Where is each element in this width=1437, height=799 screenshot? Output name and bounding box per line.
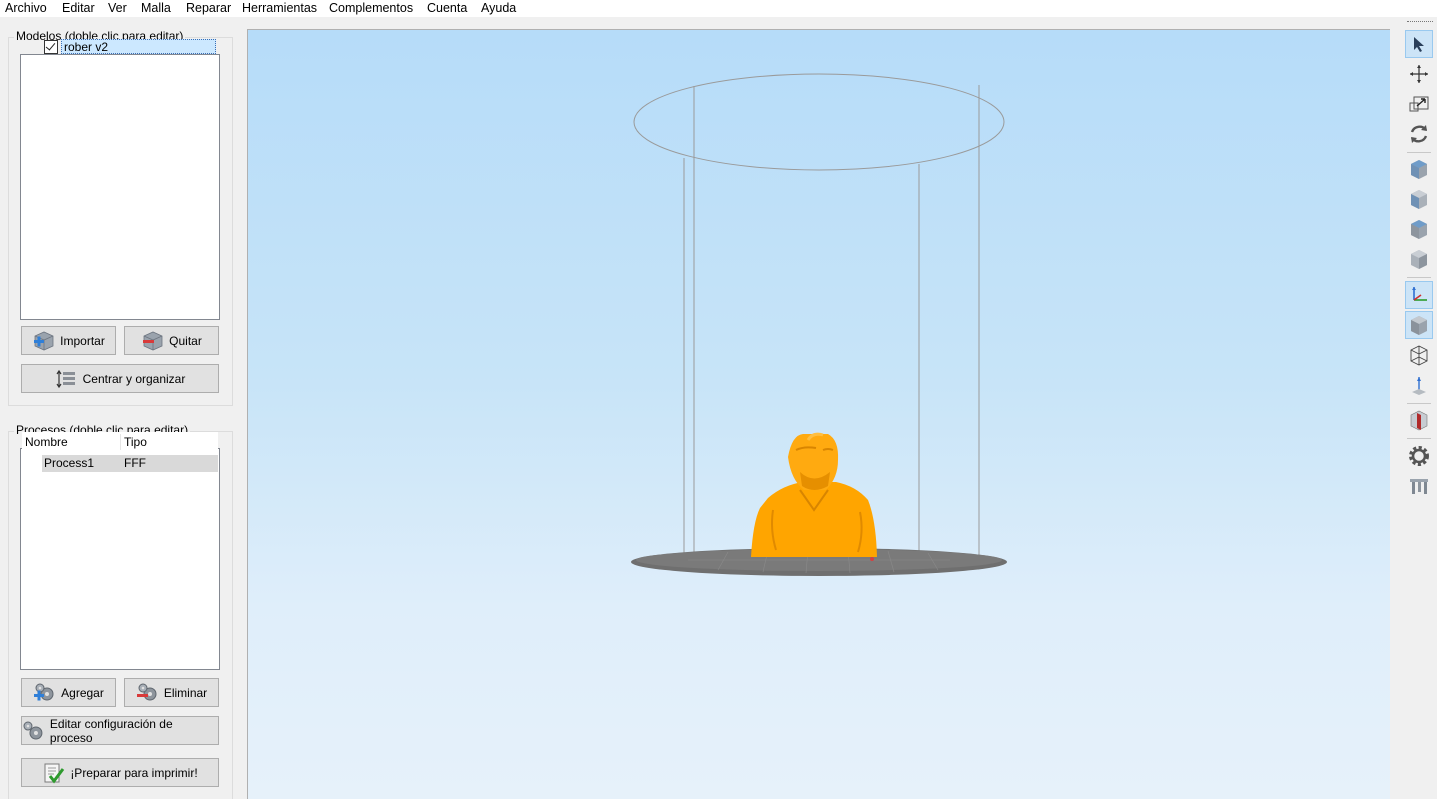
menu-ver[interactable]: Ver xyxy=(108,0,127,17)
process-type: FFF xyxy=(124,456,146,470)
import-cube-icon xyxy=(34,331,54,350)
delete-gears-icon xyxy=(136,683,157,700)
menu-reparar[interactable]: Reparar xyxy=(186,0,231,17)
wireframe-view-button[interactable] xyxy=(1405,341,1433,369)
prepare-to-print-label: ¡Preparar para imprimir! xyxy=(70,765,198,780)
select-cursor-icon xyxy=(1414,37,1424,52)
models-list[interactable] xyxy=(20,54,220,320)
view-side-button[interactable] xyxy=(1405,245,1433,273)
menu-complementos[interactable]: Complementos xyxy=(329,0,413,17)
rotate-tool-button[interactable] xyxy=(1405,120,1433,148)
settings-gears-icon xyxy=(23,721,43,739)
delete-process-label: Eliminar xyxy=(163,685,208,700)
axes-toggle-button[interactable] xyxy=(1405,281,1433,309)
settings-button[interactable] xyxy=(1405,442,1433,470)
prepare-checklist-icon xyxy=(44,763,65,783)
arrange-icon xyxy=(56,369,75,388)
toolbar-separator xyxy=(1407,152,1431,153)
move-icon xyxy=(1410,65,1428,83)
menu-malla[interactable]: Malla xyxy=(141,0,171,17)
view-front-button[interactable] xyxy=(1405,185,1433,213)
column-nombre[interactable]: Nombre xyxy=(25,432,68,452)
view-top-cube-icon xyxy=(1411,220,1427,239)
process-name: Process1 xyxy=(44,456,95,470)
scale-tool-button[interactable] xyxy=(1405,90,1433,118)
add-gears-icon xyxy=(34,683,54,700)
edit-process-settings-label: Editar configuración de proceso xyxy=(49,716,173,745)
delete-process-button[interactable]: Eliminar xyxy=(124,678,219,707)
cross-section-icon xyxy=(1410,410,1428,431)
supports-button[interactable] xyxy=(1405,472,1433,500)
z-axis-icon xyxy=(1412,377,1426,395)
model-visible-checkbox[interactable] xyxy=(44,40,58,54)
edit-process-settings-button[interactable]: Editar configuración de proceso xyxy=(21,716,219,745)
toolbar-separator xyxy=(1407,403,1431,404)
settings-gear-icon xyxy=(1409,446,1429,466)
column-tipo[interactable]: Tipo xyxy=(124,432,147,452)
view-toolbar xyxy=(1399,17,1437,798)
column-divider xyxy=(120,434,121,450)
processes-table[interactable] xyxy=(20,448,220,670)
view-top-button[interactable] xyxy=(1405,215,1433,243)
processes-table-header: Nombre Tipo xyxy=(22,432,218,452)
view-side-cube-icon xyxy=(1411,250,1427,269)
prepare-to-print-button[interactable]: ¡Preparar para imprimir! xyxy=(21,758,219,787)
scale-icon xyxy=(1409,96,1429,112)
3d-viewport[interactable] xyxy=(247,29,1390,799)
menu-cuenta[interactable]: Cuenta xyxy=(427,0,467,17)
menu-editar[interactable]: Editar xyxy=(62,0,95,17)
toolbar-separator xyxy=(1407,438,1431,439)
toolbar-grip[interactable] xyxy=(1407,21,1433,24)
menu-ayuda[interactable]: Ayuda xyxy=(481,0,516,17)
bust-model xyxy=(751,432,877,557)
view-iso-button[interactable] xyxy=(1405,155,1433,183)
remove-button-label: Quitar xyxy=(169,333,202,348)
scene xyxy=(631,73,1007,576)
center-arrange-button[interactable]: Centrar y organizar xyxy=(21,364,219,393)
model-name[interactable]: rober v2 xyxy=(61,39,216,54)
move-tool-button[interactable] xyxy=(1405,60,1433,88)
select-tool-button[interactable] xyxy=(1405,30,1433,58)
z-axis-button[interactable] xyxy=(1405,371,1433,399)
view-iso-cube-icon xyxy=(1411,160,1427,179)
solid-view-button[interactable] xyxy=(1405,311,1433,339)
solid-view-icon xyxy=(1411,316,1427,335)
process-row[interactable]: Process1 FFF xyxy=(42,455,218,472)
toolbar-separator xyxy=(1407,277,1431,278)
model-list-item[interactable]: rober v2 xyxy=(22,39,218,56)
menu-herramientas[interactable]: Herramientas xyxy=(242,0,317,17)
import-button-label: Importar xyxy=(60,333,105,348)
import-button[interactable]: Importar xyxy=(21,326,116,355)
wireframe-view-icon xyxy=(1410,345,1428,366)
remove-cube-icon xyxy=(143,331,163,350)
axes-icon xyxy=(1412,287,1427,301)
menu-archivo[interactable]: Archivo xyxy=(5,0,47,17)
supports-icon xyxy=(1410,479,1428,494)
rotate-icon xyxy=(1410,125,1428,143)
remove-button[interactable]: Quitar xyxy=(124,326,219,355)
add-process-button[interactable]: Agregar xyxy=(21,678,116,707)
add-process-label: Agregar xyxy=(61,685,104,700)
center-arrange-label: Centrar y organizar xyxy=(82,371,186,386)
cross-section-button[interactable] xyxy=(1405,406,1433,434)
view-front-cube-icon xyxy=(1411,190,1427,209)
menu-bar: Archivo Editar Ver Malla Reparar Herrami… xyxy=(0,0,1437,17)
